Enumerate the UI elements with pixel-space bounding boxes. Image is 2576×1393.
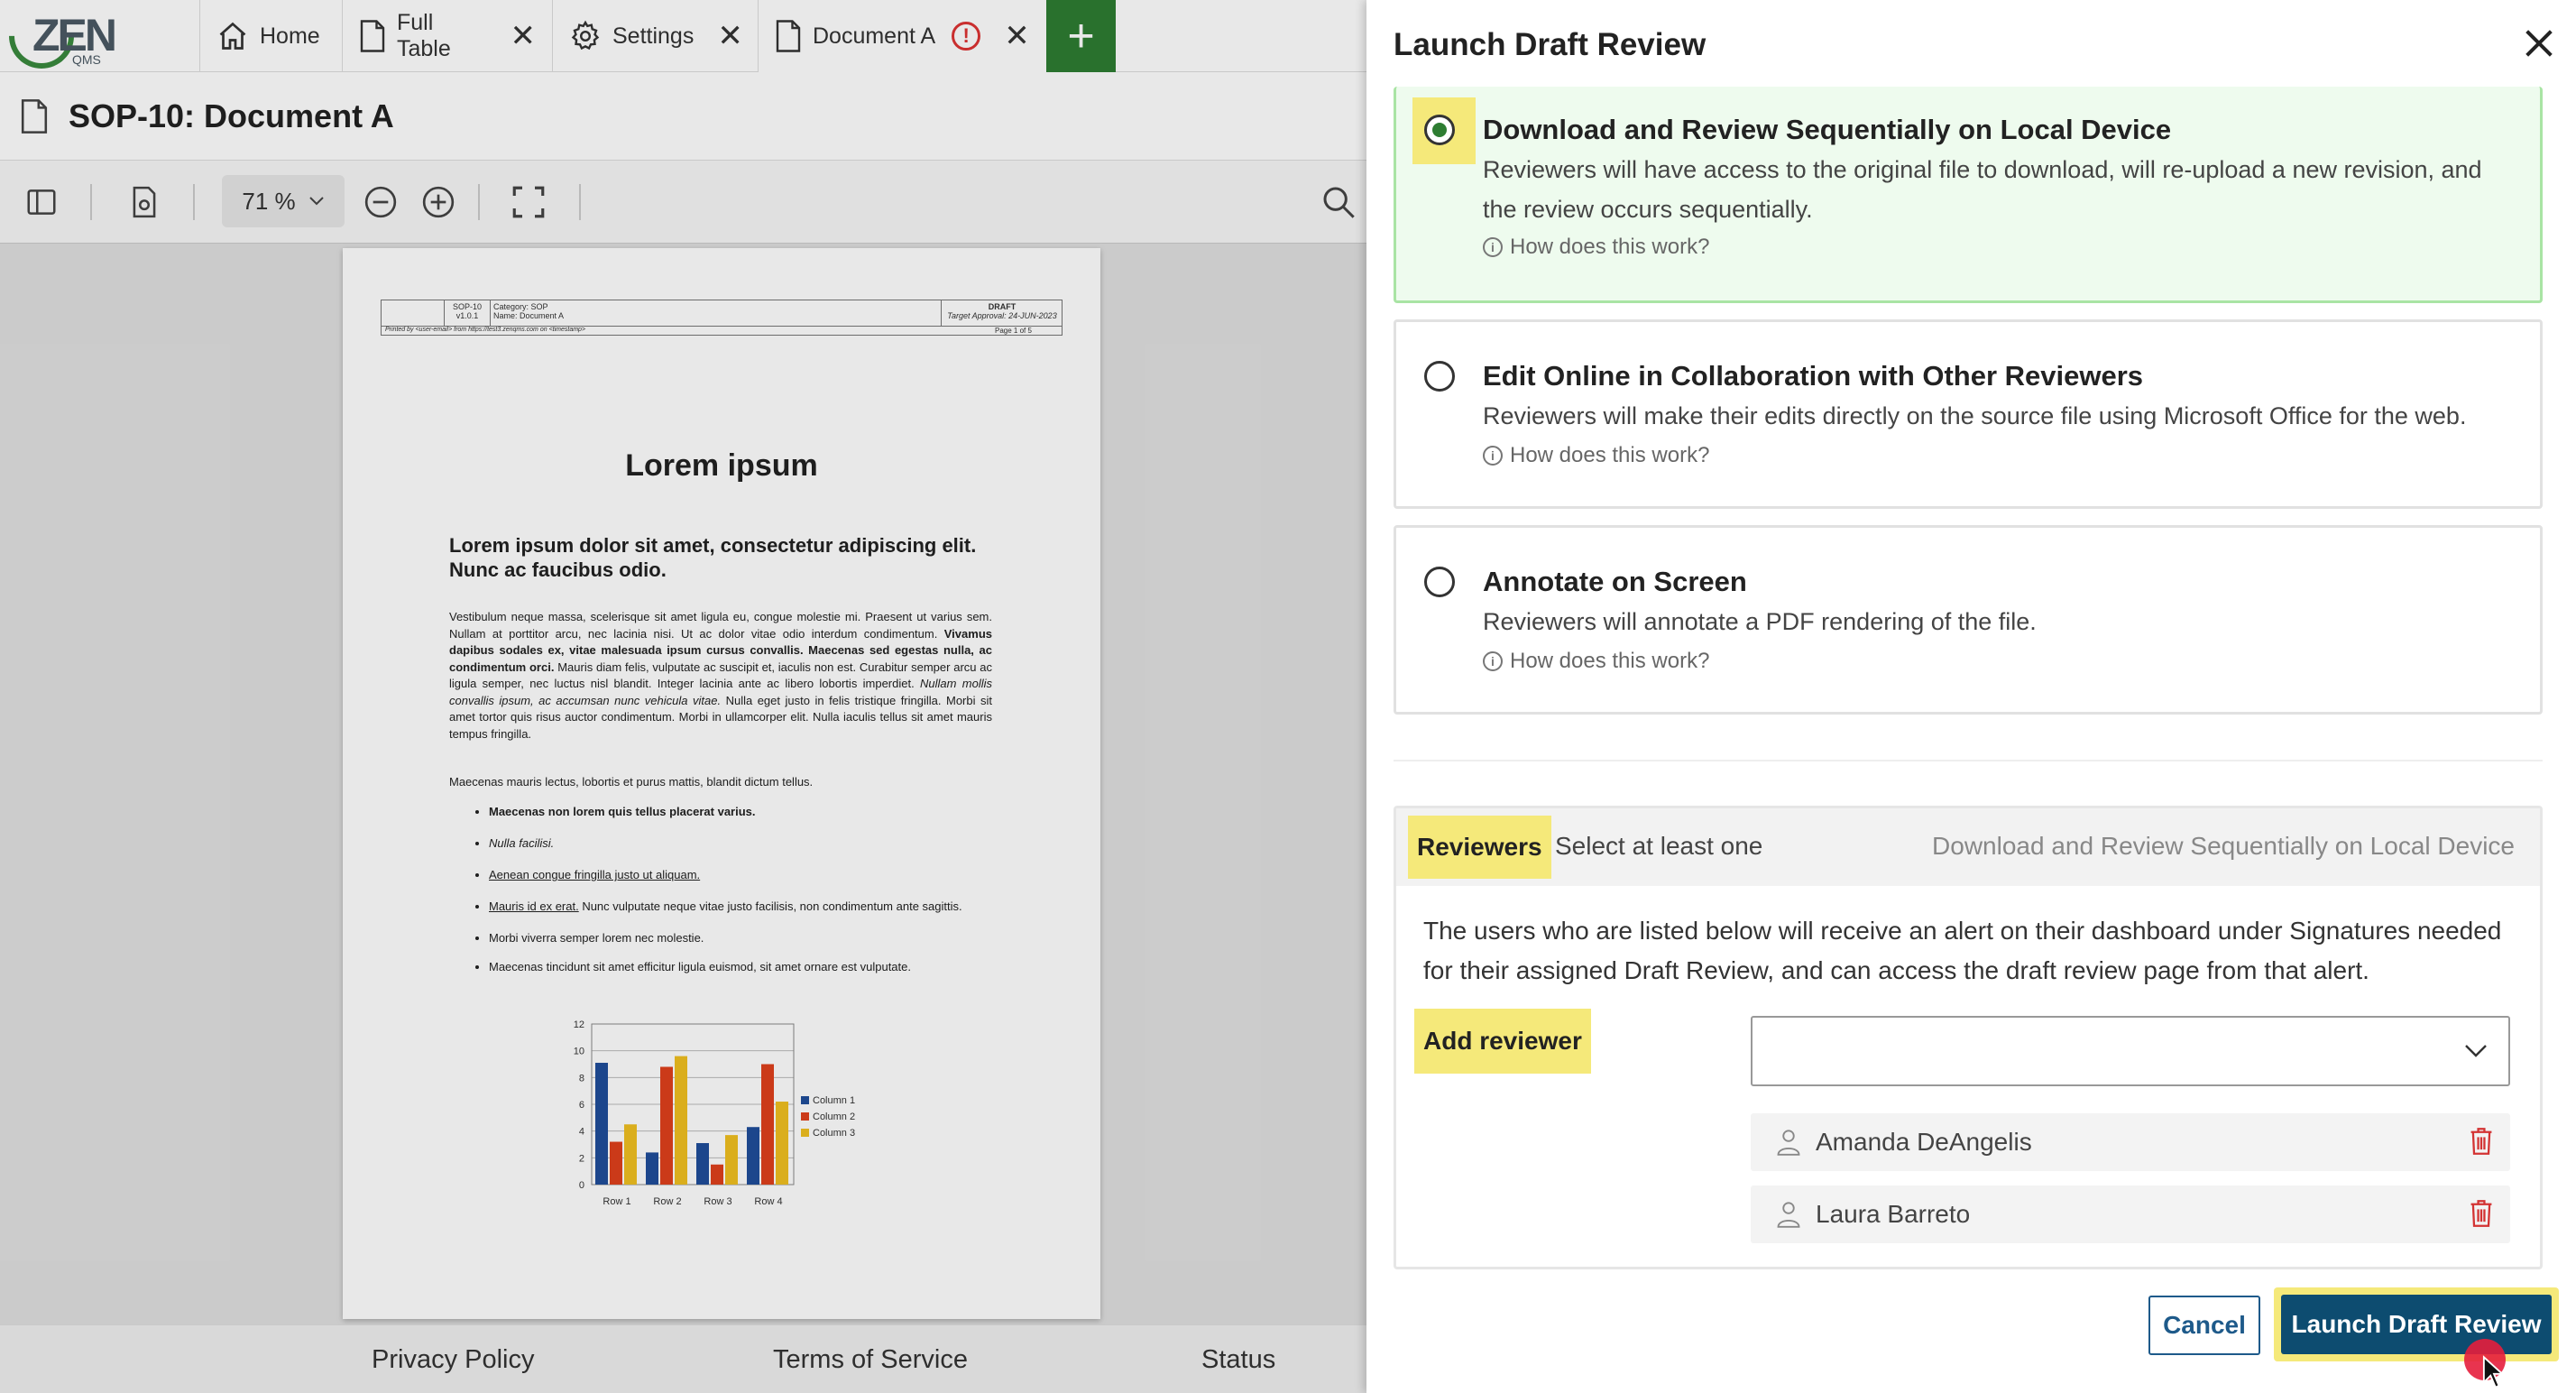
reviewer-item: Amanda DeAngelis bbox=[1751, 1113, 2510, 1171]
option-title: Download and Review Sequentially on Loca… bbox=[1483, 114, 2172, 145]
option-description: Reviewers will have access to the origin… bbox=[1483, 156, 2482, 223]
radio-button[interactable] bbox=[1424, 567, 1455, 597]
reviewer-item: Laura Barreto bbox=[1751, 1185, 2510, 1243]
how-label: How does this work? bbox=[1510, 649, 1710, 673]
reviewers-header: Reviewers Select at least one Download a… bbox=[1396, 808, 2540, 886]
how-does-this-work-link[interactable]: i How does this work? bbox=[1483, 235, 1709, 260]
user-icon bbox=[1776, 1129, 1801, 1156]
reviewer-name: Laura Barreto bbox=[1816, 1200, 1971, 1228]
trash-icon[interactable] bbox=[2469, 1127, 2494, 1156]
review-mode-label: Download and Review Sequentially on Loca… bbox=[1932, 832, 2515, 860]
info-icon: i bbox=[1483, 651, 1503, 671]
reviewers-panel: Reviewers Select at least one Download a… bbox=[1394, 806, 2543, 1269]
drawer-title: Launch Draft Review bbox=[1394, 27, 1707, 62]
reviewers-hint: Select at least one bbox=[1555, 832, 1763, 860]
how-does-this-work-link[interactable]: i How does this work? bbox=[1483, 443, 1709, 468]
option-description: Reviewers will annotate a PDF rendering … bbox=[1483, 608, 2037, 635]
info-icon: i bbox=[1483, 237, 1503, 257]
close-icon[interactable] bbox=[2521, 25, 2559, 63]
chevron-down-icon bbox=[2463, 1043, 2489, 1059]
launch-draft-review-button[interactable]: Launch Draft Review bbox=[2281, 1295, 2552, 1354]
trash-icon[interactable] bbox=[2469, 1199, 2494, 1228]
how-does-this-work-link[interactable]: i How does this work? bbox=[1483, 649, 1709, 674]
radio-button[interactable] bbox=[1424, 115, 1455, 145]
option-annotate-on-screen[interactable]: Annotate on Screen Reviewers will annota… bbox=[1394, 525, 2543, 715]
reviewers-note: The users who are listed below will rece… bbox=[1423, 917, 2502, 984]
option-description: Reviewers will make their edits directly… bbox=[1483, 402, 2467, 429]
radio-button[interactable] bbox=[1424, 361, 1455, 392]
how-label: How does this work? bbox=[1510, 443, 1710, 467]
reviewers-label: Reviewers bbox=[1408, 816, 1551, 879]
option-download-sequential[interactable]: Download and Review Sequentially on Loca… bbox=[1394, 87, 2543, 303]
reviewer-name: Amanda DeAngelis bbox=[1816, 1128, 2032, 1156]
option-edit-online[interactable]: Edit Online in Collaboration with Other … bbox=[1394, 319, 2543, 509]
launch-draft-review-drawer: Launch Draft Review Download and Review … bbox=[1366, 0, 2576, 1393]
add-reviewer-select[interactable] bbox=[1751, 1016, 2510, 1086]
option-title: Edit Online in Collaboration with Other … bbox=[1483, 360, 2144, 392]
option-title: Annotate on Screen bbox=[1483, 566, 1747, 597]
app-background: ZEN QMS Home Full Table ✕ Settings ✕ Doc… bbox=[0, 0, 1366, 1393]
modal-overlay[interactable] bbox=[0, 0, 1366, 1393]
how-label: How does this work? bbox=[1510, 235, 1710, 259]
cancel-button[interactable]: Cancel bbox=[2148, 1296, 2260, 1355]
user-icon bbox=[1776, 1201, 1801, 1228]
info-icon: i bbox=[1483, 446, 1503, 466]
mouse-cursor-icon bbox=[2482, 1355, 2506, 1389]
divider bbox=[1394, 760, 2543, 761]
add-reviewer-label: Add reviewer bbox=[1414, 1009, 1591, 1074]
